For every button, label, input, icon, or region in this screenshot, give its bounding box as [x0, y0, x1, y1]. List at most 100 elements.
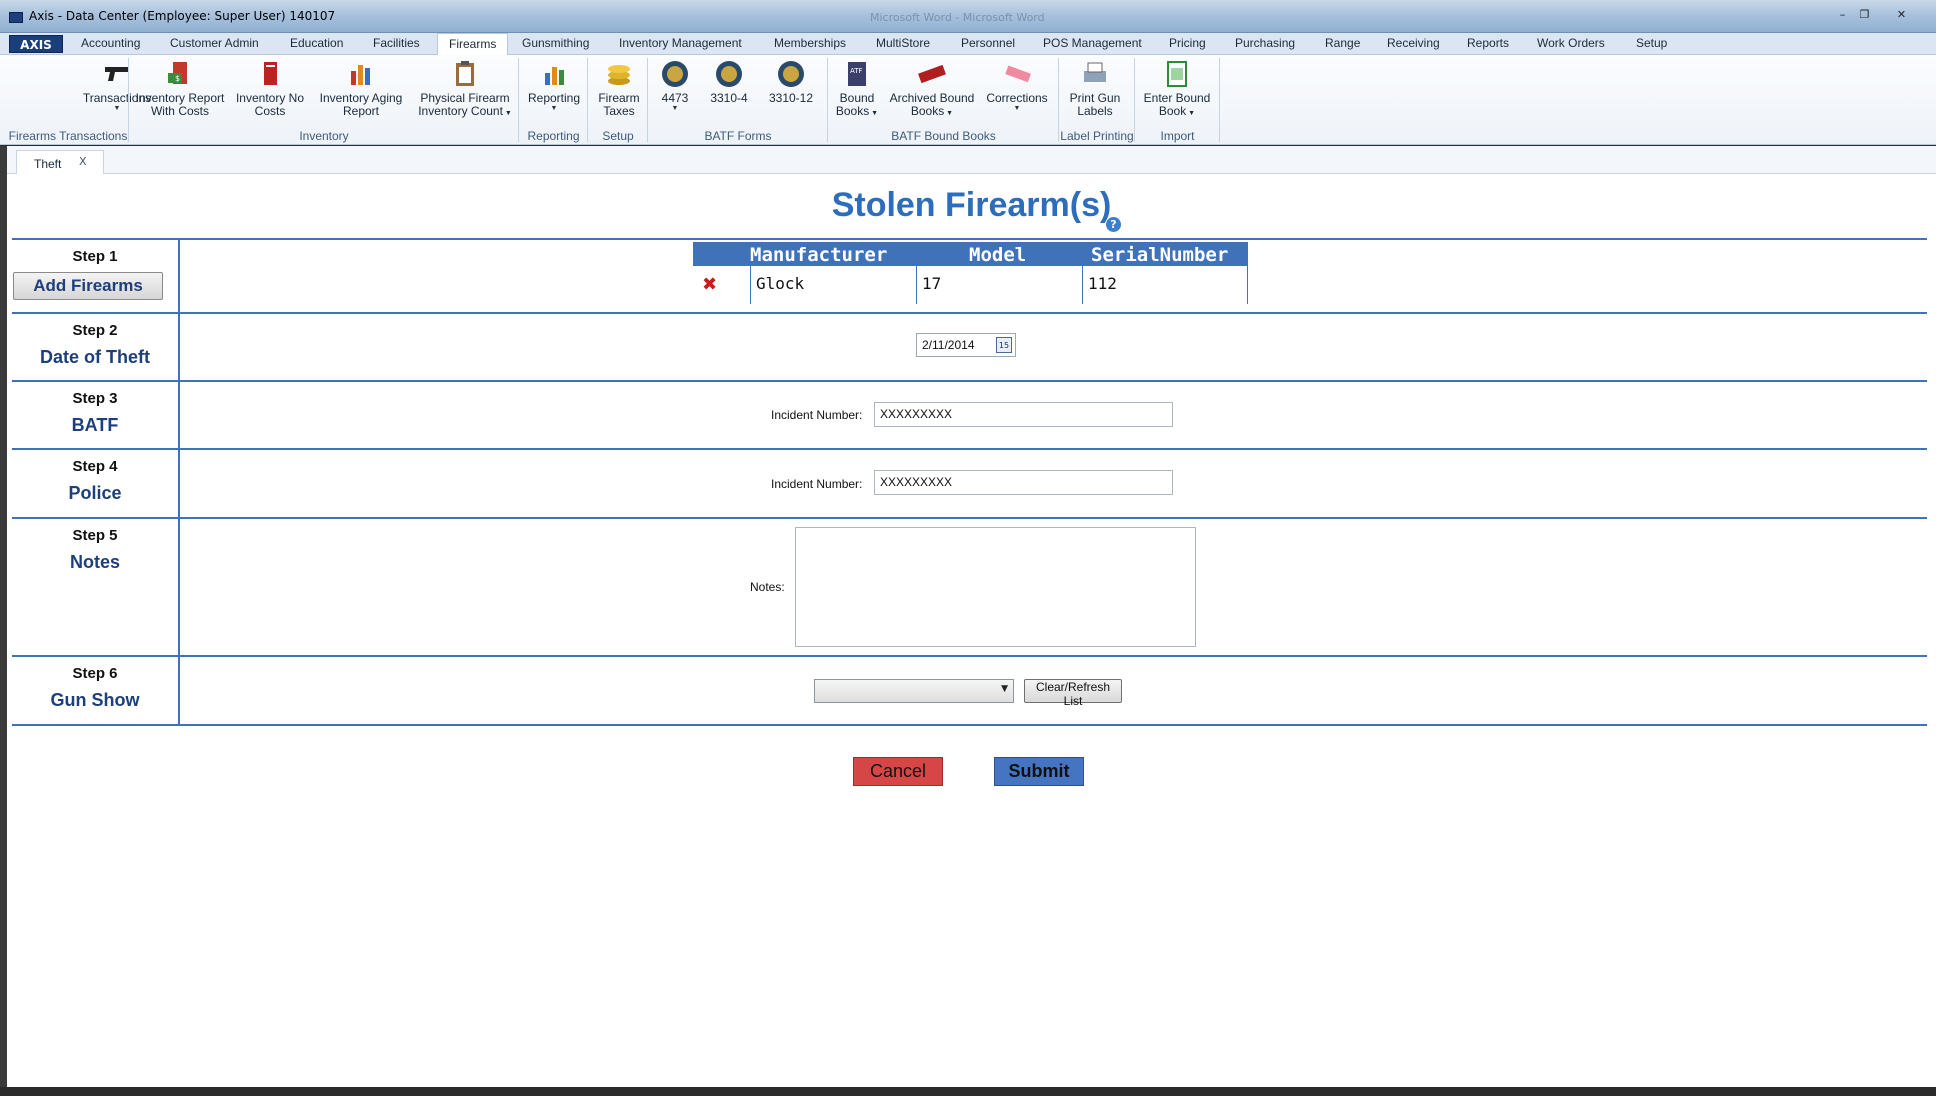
- batf-incident-label: Incident Number:: [771, 408, 863, 422]
- close-button[interactable]: ✕: [1892, 8, 1911, 24]
- dropdown-arrow-icon: ▼: [502, 110, 512, 117]
- tab-close-icon[interactable]: X: [79, 155, 87, 168]
- print-gun-labels-button[interactable]: Print Gun Labels: [1062, 55, 1128, 125]
- group-batf-forms: BATF Forms: [704, 129, 772, 143]
- menu-receiving[interactable]: Receiving: [1387, 33, 1440, 55]
- menu-inventory-management[interactable]: Inventory Management: [619, 33, 742, 55]
- report-icon: [264, 62, 277, 85]
- corrections-button[interactable]: Corrections ▼: [982, 55, 1052, 125]
- menu-firearms[interactable]: Firearms: [437, 33, 509, 56]
- step-4-label: Police: [68, 483, 122, 503]
- step-6-label: Gun Show: [50, 690, 140, 710]
- chevron-down-icon: ▼: [1001, 684, 1008, 694]
- submit-button[interactable]: Submit: [994, 757, 1084, 786]
- inventory-report-with-costs-button[interactable]: $ Inventory Report With Costs: [130, 55, 230, 125]
- clear-refresh-list-button[interactable]: Clear/Refresh List: [1024, 679, 1122, 708]
- group-inventory: Inventory: [299, 129, 349, 143]
- coins-icon: [608, 65, 630, 85]
- button-label: With Costs: [150, 104, 209, 118]
- cancel-button[interactable]: Cancel: [853, 757, 943, 786]
- dropdown-arrow-icon: ▼: [944, 110, 954, 117]
- menu-gunsmithing[interactable]: Gunsmithing: [522, 33, 589, 55]
- menu-pricing[interactable]: Pricing: [1169, 33, 1206, 55]
- firearm-taxes-button[interactable]: Firearm Taxes: [592, 55, 646, 125]
- menu-setup[interactable]: Setup: [1636, 33, 1667, 55]
- ribbon: Transactions ▼ $ Inventory Report With C…: [0, 55, 1936, 145]
- archived-bound-books-button[interactable]: Archived Bound Books ▼: [884, 55, 980, 125]
- help-icon[interactable]: ?: [1106, 217, 1121, 232]
- button-label: Books: [910, 104, 945, 118]
- menu-multistore[interactable]: MultiStore: [876, 33, 930, 55]
- gun-show-select[interactable]: ▼: [814, 679, 1014, 703]
- calendar-icon[interactable]: 15: [996, 337, 1012, 353]
- archived-stamp-icon: [918, 64, 946, 84]
- menu-range[interactable]: Range: [1325, 33, 1360, 55]
- ribbon-separator: [1134, 58, 1135, 142]
- column-header-manufacturer[interactable]: Manufacturer: [750, 244, 887, 266]
- spreadsheet-icon: [1167, 61, 1187, 87]
- menu-customer-admin[interactable]: Customer Admin: [170, 33, 259, 55]
- enter-bound-book-button[interactable]: Enter Bound Book ▼: [1138, 55, 1216, 125]
- delete-row-icon[interactable]: ✖: [702, 276, 720, 294]
- inventory-aging-report-button[interactable]: Inventory Aging Report: [312, 55, 410, 125]
- aging-chart-icon: [351, 65, 370, 85]
- section-divider: [12, 448, 1927, 450]
- dropdown-arrow-icon: ▼: [1013, 105, 1021, 112]
- column-header-model[interactable]: Model: [969, 244, 1026, 266]
- button-label: Labels: [1077, 104, 1113, 118]
- title-bar: Axis - Data Center (Employee: Super User…: [0, 0, 1936, 33]
- column-header-serial-number[interactable]: SerialNumber: [1091, 244, 1228, 266]
- background-window-title: Microsoft Word - Microsoft Word: [870, 11, 1045, 24]
- ribbon-separator: [518, 58, 519, 142]
- minimize-button[interactable]: –: [1833, 8, 1852, 24]
- step-column-divider: [178, 238, 180, 726]
- reporting-button[interactable]: Reporting ▼: [522, 55, 586, 125]
- restore-button[interactable]: ❐: [1855, 8, 1874, 24]
- menu-purchasing[interactable]: Purchasing: [1235, 33, 1295, 55]
- button-label: Physical Firearm: [420, 91, 510, 105]
- notes-textarea[interactable]: [795, 527, 1196, 647]
- button-label: Corrections: [986, 91, 1048, 105]
- menu-accounting[interactable]: Accounting: [81, 33, 140, 55]
- police-incident-number-input[interactable]: XXXXXXXXX: [874, 470, 1173, 495]
- cell-manufacturer[interactable]: Glock: [750, 266, 916, 304]
- window-bottom-edge: [0, 1087, 1936, 1096]
- menu-reports[interactable]: Reports: [1467, 33, 1509, 55]
- form-3310-4-button[interactable]: 3310-4: [705, 55, 753, 125]
- menu-education[interactable]: Education: [290, 33, 343, 55]
- section-divider: [12, 655, 1927, 657]
- step-5-label: Notes: [69, 552, 120, 572]
- cell-model[interactable]: 17: [916, 266, 1082, 304]
- physical-firearm-inventory-count-button[interactable]: Physical Firearm Inventory Count ▼: [410, 55, 520, 125]
- button-label: 3310-4: [710, 91, 748, 105]
- date-of-theft-field[interactable]: 2/11/2014 15: [916, 333, 1016, 357]
- tab-theft[interactable]: Theft X: [16, 150, 104, 175]
- svg-text:ATF: ATF: [850, 67, 863, 75]
- dropdown-arrow-icon: ▼: [1186, 110, 1196, 117]
- app-window: Axis - Data Center (Employee: Super User…: [0, 0, 1936, 1096]
- menu-work-orders[interactable]: Work Orders: [1537, 33, 1605, 55]
- step-2-number: Step 2: [72, 322, 118, 339]
- bound-books-button[interactable]: ATF Bound Books ▼: [830, 55, 884, 125]
- cell-serial-number[interactable]: 112: [1082, 266, 1248, 304]
- menu-pos-management[interactable]: POS Management: [1043, 33, 1142, 55]
- step-3-label: BATF: [71, 415, 119, 435]
- add-firearms-button[interactable]: Add Firearms: [13, 272, 163, 300]
- form-3310-12-button[interactable]: 3310-12: [764, 55, 818, 125]
- button-label: Inventory Report: [135, 91, 225, 105]
- group-batf-bound-books: BATF Bound Books: [891, 129, 996, 143]
- menu-facilities[interactable]: Facilities: [373, 33, 420, 55]
- section-divider: [12, 517, 1927, 519]
- ribbon-separator: [647, 58, 648, 142]
- menu-personnel[interactable]: Personnel: [961, 33, 1015, 55]
- form-4473-button[interactable]: 4473 ▼: [652, 55, 698, 125]
- ribbon-separator: [587, 58, 588, 142]
- grid-header: Manufacturer Model SerialNumber: [693, 242, 1248, 266]
- button-label: 4473: [661, 91, 689, 105]
- button-label: Book: [1158, 104, 1187, 118]
- inventory-no-costs-button[interactable]: Inventory No Costs: [230, 55, 310, 125]
- ribbon-separator: [1219, 58, 1220, 142]
- batf-incident-number-input[interactable]: XXXXXXXXX: [874, 402, 1173, 427]
- atf-seal-icon: [716, 61, 742, 87]
- menu-memberships[interactable]: Memberships: [774, 33, 846, 55]
